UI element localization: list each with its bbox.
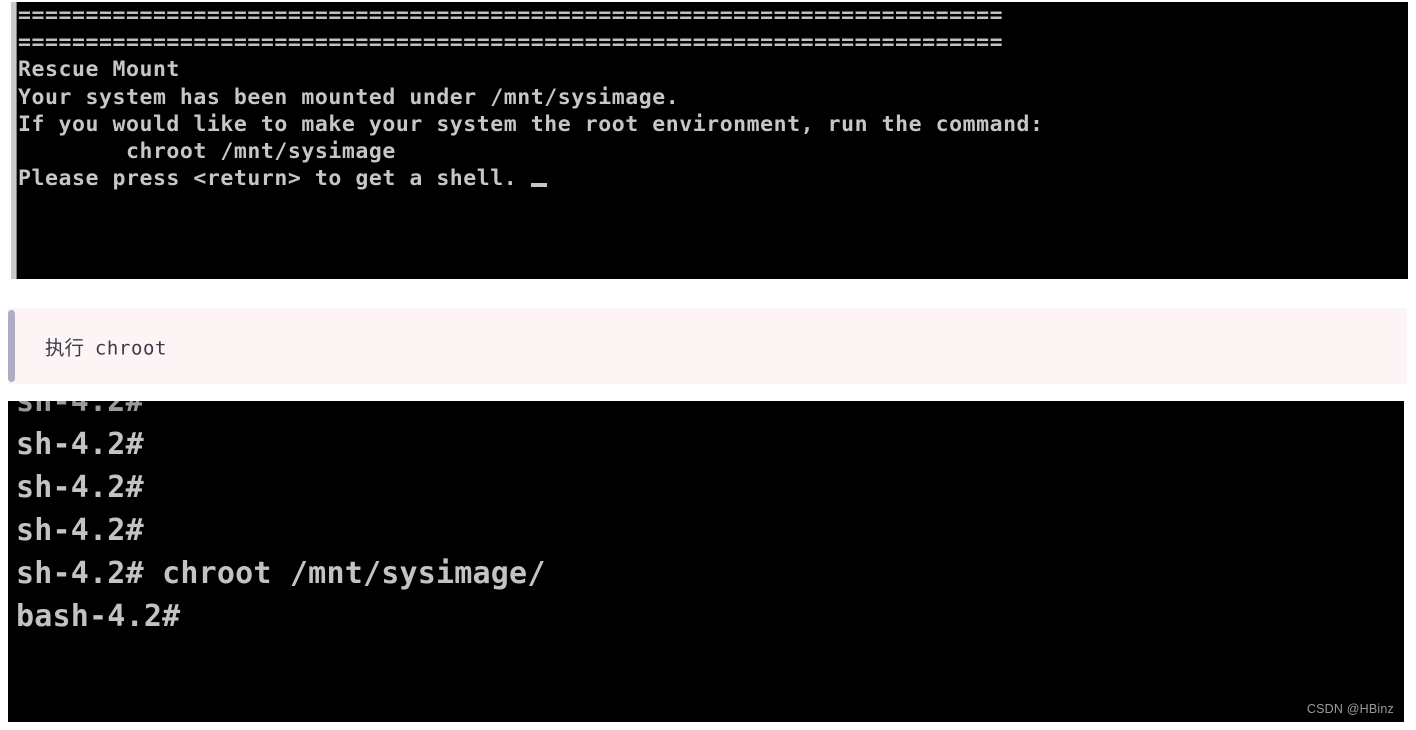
terminal-line-separator-2: ========================================… <box>18 30 1004 56</box>
note-callout: 执行 chroot <box>8 308 1407 384</box>
shell-prompt-line-3: sh-4.2# <box>16 513 144 548</box>
terminal-cursor <box>531 183 548 188</box>
shell-prompt-line-2: sh-4.2# <box>16 470 144 505</box>
terminal-line-press-return: Please press <return> to get a shell. <box>18 165 1408 192</box>
note-label: 执行 <box>45 337 85 360</box>
terminal-line-title: Rescue Mount <box>18 57 180 83</box>
press-return-text: Please press <return> to get a shell. <box>18 166 518 192</box>
terminal-line-chroot-command: chroot /mnt/sysimage <box>18 139 396 165</box>
page-root: ========================================… <box>0 0 1416 730</box>
watermark: CSDN @HBinz <box>1306 702 1394 716</box>
chroot-terminal-output: sh-4.2# sh-4.2# sh-4.2# sh-4.2# sh-4.2# … <box>16 401 1404 722</box>
note-content: 执行 chroot <box>45 332 167 361</box>
rescue-mount-terminal[interactable]: ========================================… <box>11 2 1408 279</box>
terminal-line-mounted-message: Your system has been mounted under /mnt/… <box>18 84 680 110</box>
terminal-scrollbar[interactable] <box>11 2 17 279</box>
shell-bash-prompt-line: bash-4.2# <box>16 599 181 634</box>
note-accent-bar <box>8 310 15 382</box>
shell-chroot-command-line: sh-4.2# chroot /mnt/sysimage/ <box>16 556 546 591</box>
terminal-line-clipped: sh-4.2# <box>16 401 144 419</box>
chroot-shell-terminal[interactable]: sh-4.2# sh-4.2# sh-4.2# sh-4.2# sh-4.2# … <box>8 401 1404 722</box>
note-command: chroot <box>94 337 168 360</box>
shell-prompt-line-1: sh-4.2# <box>16 427 144 462</box>
rescue-terminal-output: ========================================… <box>18 2 1408 279</box>
note-spacer <box>84 338 95 360</box>
terminal-line-separator-1: ========================================… <box>18 3 1004 28</box>
terminal-line-instruction: If you would like to make your system th… <box>18 111 1044 137</box>
